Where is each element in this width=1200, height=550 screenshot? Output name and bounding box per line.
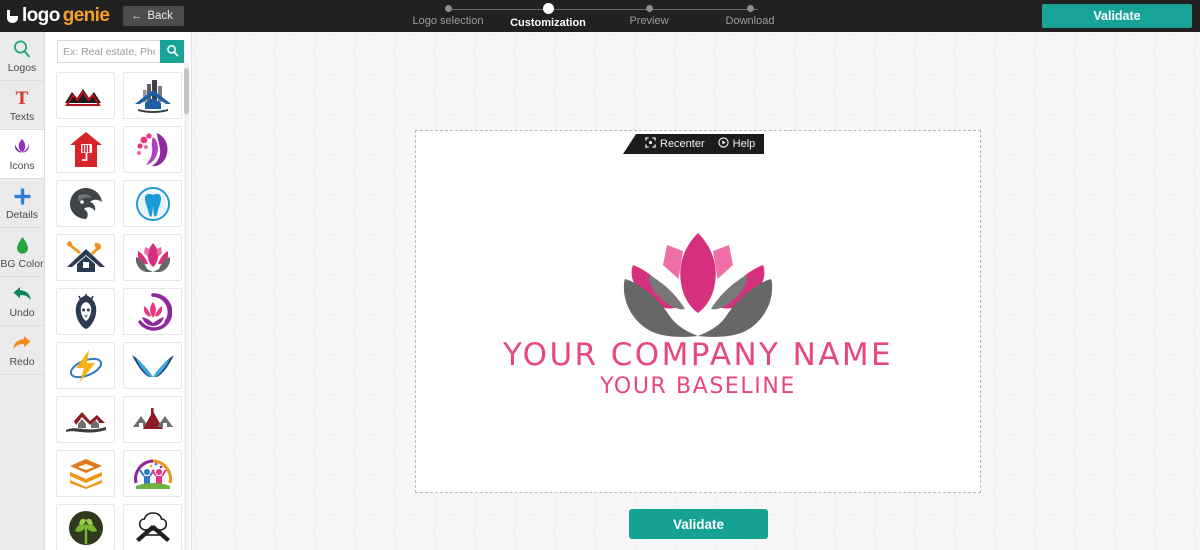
logo-thumbnail[interactable] bbox=[56, 126, 115, 173]
logo-thumbnail[interactable] bbox=[123, 396, 182, 443]
brand-logo: logo genie bbox=[7, 5, 110, 27]
arrow-left-icon: ← bbox=[131, 9, 143, 22]
logo-thumbnail[interactable] bbox=[56, 288, 115, 335]
step-label: Download bbox=[725, 15, 775, 27]
genie-lamp-icon bbox=[7, 9, 18, 23]
canvas-workspace[interactable]: YOUR COMPANY NAME YOUR BASELINE Recenter bbox=[192, 32, 1200, 550]
logo-thumbnail[interactable] bbox=[123, 504, 182, 550]
rail-label: Redo bbox=[9, 356, 35, 368]
step-dot bbox=[542, 3, 554, 14]
logo-thumbnail[interactable] bbox=[123, 72, 182, 119]
logo-thumbnail[interactable] bbox=[56, 180, 115, 227]
back-button[interactable]: ← Back bbox=[123, 6, 184, 26]
brand-text-logo: logo bbox=[22, 5, 60, 26]
undo-arrow-icon bbox=[11, 283, 33, 305]
logo-thumbnail[interactable] bbox=[123, 180, 182, 227]
logogenie-editor: logo genie ← Back Logo selection Customiz… bbox=[0, 0, 1200, 550]
rail-item-icons[interactable]: Icons bbox=[0, 130, 44, 179]
step-progress: Logo selection Customization Preview Dow… bbox=[408, 3, 798, 31]
rail-label: Undo bbox=[9, 307, 35, 319]
recenter-label: Recenter bbox=[660, 138, 705, 150]
logo-thumbnail[interactable] bbox=[56, 450, 115, 497]
redo-arrow-icon bbox=[11, 332, 33, 354]
validate-button-top[interactable]: Validate bbox=[1042, 4, 1192, 28]
play-circle-icon bbox=[718, 137, 729, 151]
back-button-label: Back bbox=[147, 10, 173, 22]
rail-item-texts[interactable]: T Texts bbox=[0, 81, 44, 130]
logo-thumbnail[interactable] bbox=[56, 342, 115, 389]
rail-label: Icons bbox=[9, 160, 35, 172]
search-button[interactable] bbox=[160, 40, 184, 63]
step-dot bbox=[746, 5, 754, 12]
rail-label: Texts bbox=[9, 111, 35, 123]
rail-label: Logos bbox=[7, 62, 37, 74]
logo-thumbnail[interactable] bbox=[56, 234, 115, 281]
logo-thumbnail[interactable] bbox=[123, 126, 182, 173]
logo-browser-panel bbox=[45, 32, 192, 550]
help-button[interactable]: Help bbox=[718, 137, 756, 151]
rail-item-bg-color[interactable]: BG Color bbox=[0, 228, 44, 277]
recenter-frame-icon bbox=[645, 137, 656, 151]
tool-rail: Logos T Texts Icons Details BG Color Und… bbox=[0, 32, 45, 550]
search-icon bbox=[166, 44, 179, 60]
logo-thumbnail[interactable] bbox=[123, 450, 182, 497]
brand-text-genie: genie bbox=[62, 5, 110, 26]
logo-thumbnail[interactable] bbox=[56, 396, 115, 443]
logo-thumbnail[interactable] bbox=[56, 504, 115, 550]
validate-button-bottom[interactable]: Validate bbox=[629, 509, 768, 539]
plus-icon bbox=[13, 185, 32, 207]
step-dot bbox=[444, 5, 452, 12]
svg-text:T: T bbox=[16, 89, 29, 107]
logo-thumbnail[interactable] bbox=[123, 342, 182, 389]
panel-scrollbar-thumb[interactable] bbox=[184, 68, 189, 114]
logo-thumbnail[interactable] bbox=[56, 72, 115, 119]
rail-item-redo[interactable]: Redo bbox=[0, 326, 44, 375]
logo-canvas[interactable]: YOUR COMPANY NAME YOUR BASELINE bbox=[415, 130, 981, 493]
logo-thumbnail-grid bbox=[56, 72, 182, 550]
logo-company-name[interactable]: YOUR COMPANY NAME bbox=[416, 337, 980, 373]
rail-item-logos[interactable]: Logos bbox=[0, 32, 44, 81]
rail-item-undo[interactable]: Undo bbox=[0, 277, 44, 326]
logo-baseline[interactable]: YOUR BASELINE bbox=[416, 374, 980, 399]
rail-label: BG Color bbox=[0, 258, 44, 270]
tulip-icon bbox=[12, 136, 32, 158]
canvas-toolbar: Recenter Help bbox=[623, 134, 765, 154]
search-row bbox=[57, 40, 184, 63]
magnifier-icon bbox=[12, 38, 32, 60]
help-label: Help bbox=[732, 138, 756, 150]
logo-artwork-pink-lotus-in-hands[interactable] bbox=[619, 231, 777, 344]
logo-thumbnail[interactable] bbox=[123, 288, 182, 335]
rail-item-details[interactable]: Details bbox=[0, 179, 44, 228]
recenter-button[interactable]: Recenter bbox=[645, 137, 705, 151]
panel-scrollbar[interactable] bbox=[184, 62, 189, 550]
top-bar: logo genie ← Back Logo selection Customiz… bbox=[0, 0, 1200, 32]
step-dot bbox=[645, 5, 653, 12]
logo-thumbnail[interactable] bbox=[123, 234, 182, 281]
rail-label: Details bbox=[5, 209, 39, 221]
step-download[interactable]: Download bbox=[690, 3, 810, 27]
letter-t-icon: T bbox=[13, 87, 31, 109]
droplet-icon bbox=[15, 234, 30, 256]
search-input[interactable] bbox=[57, 40, 160, 63]
